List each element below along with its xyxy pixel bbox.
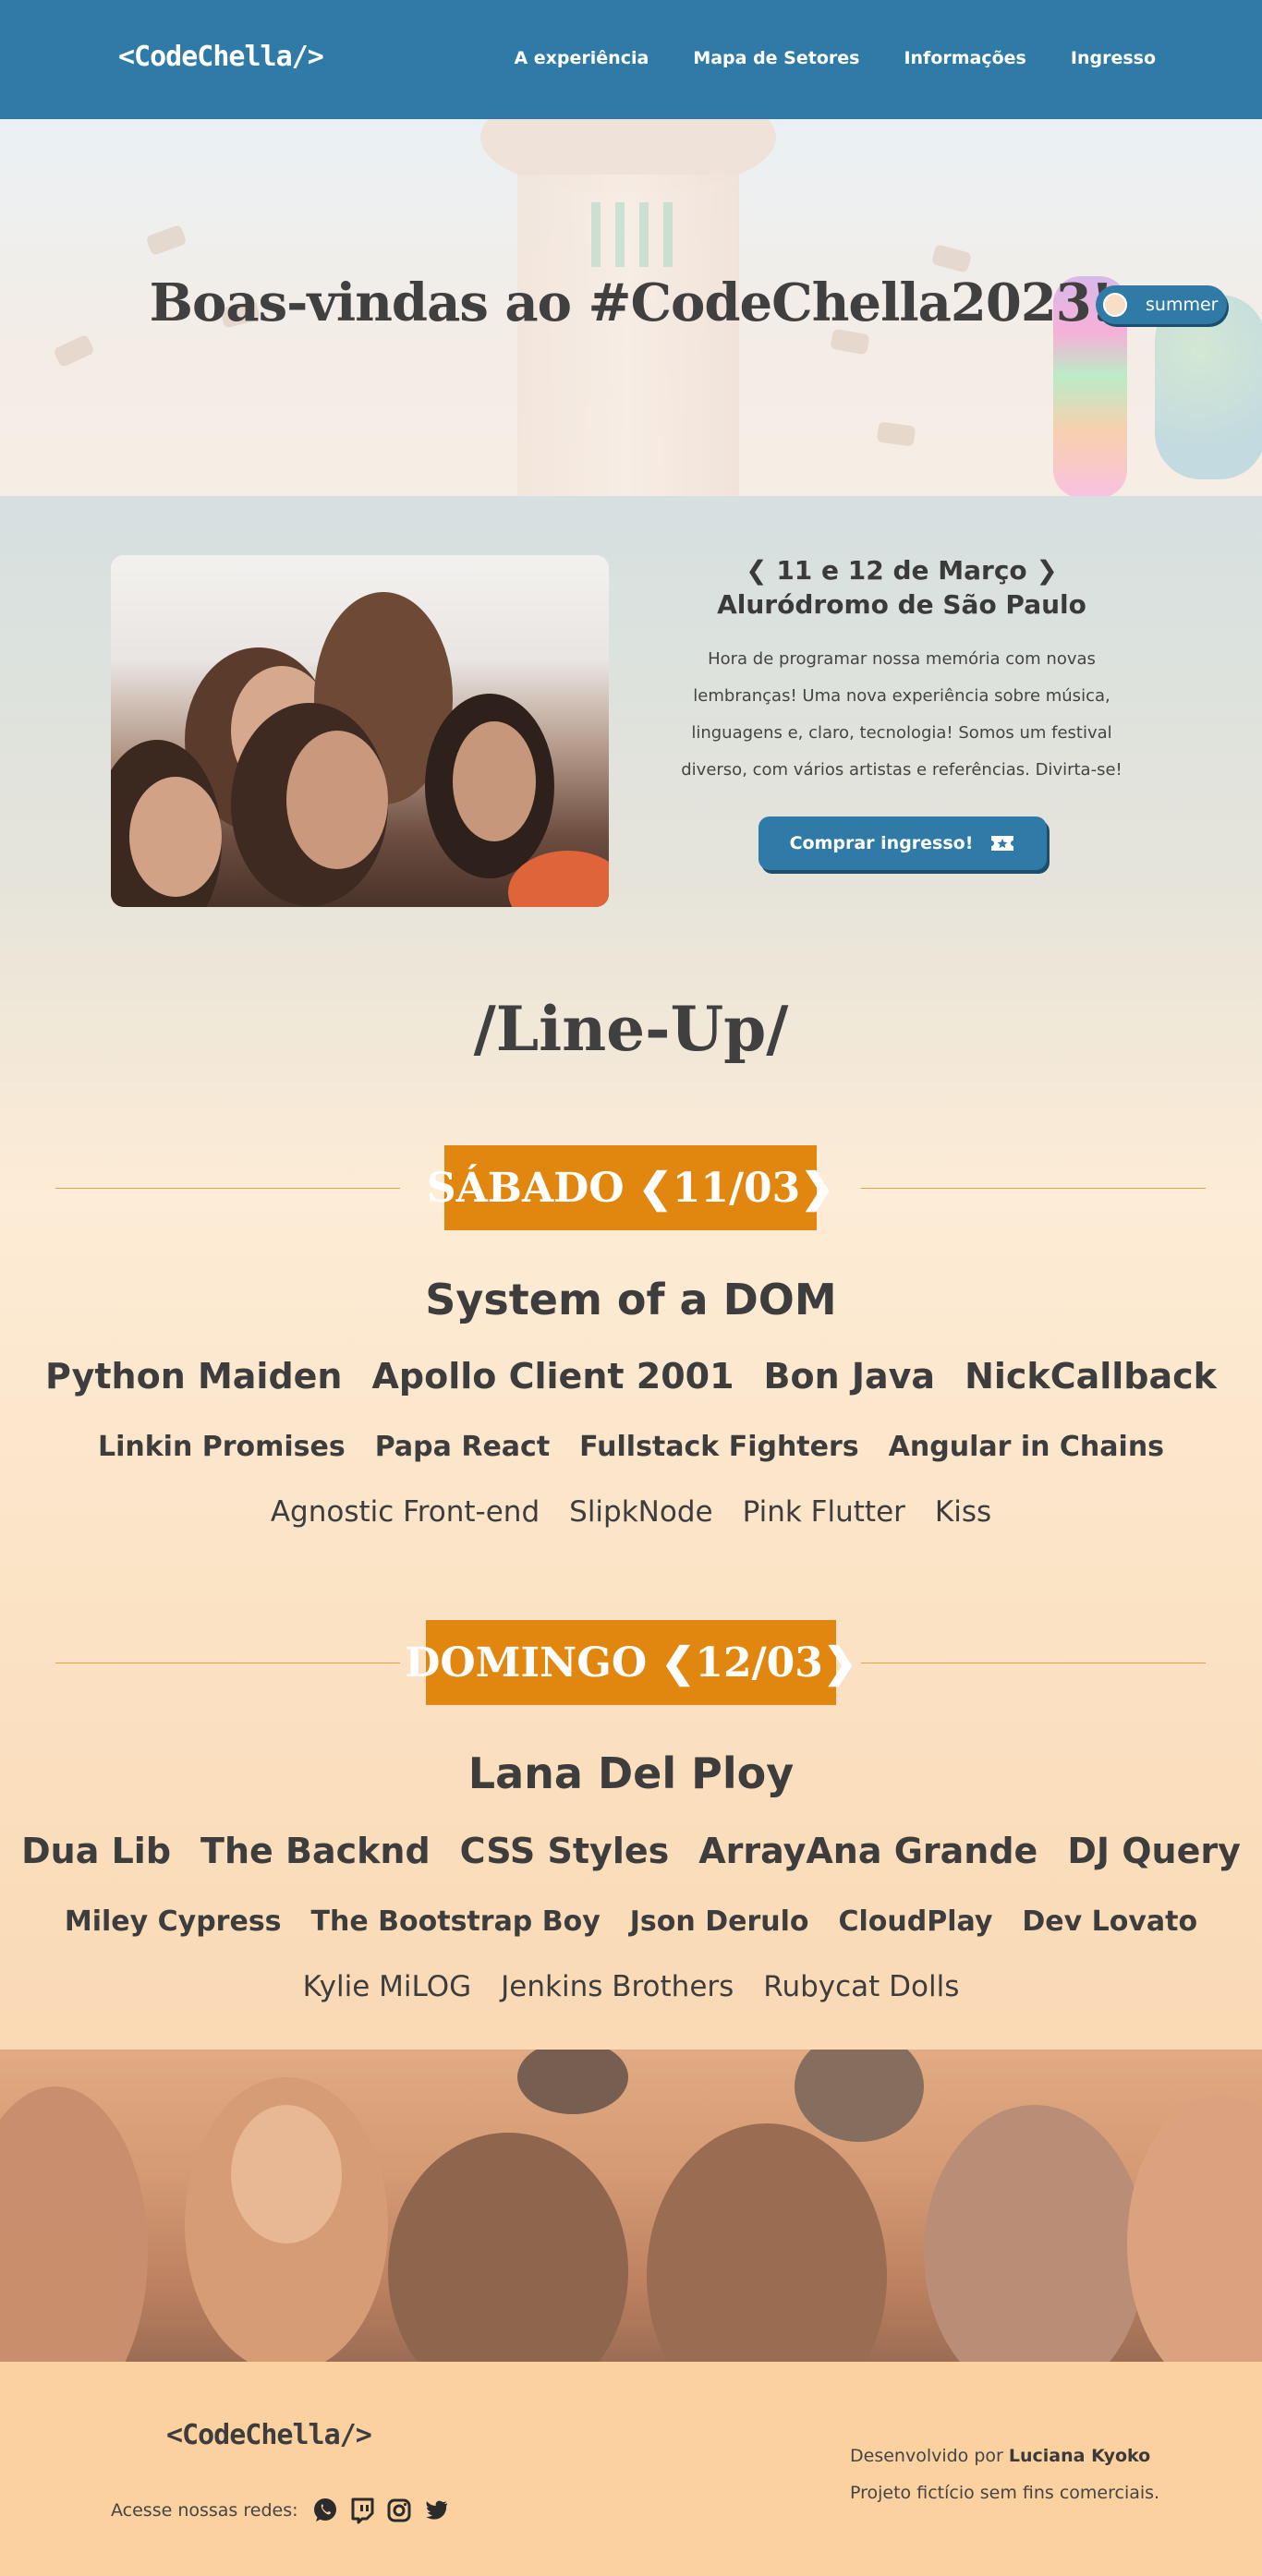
artist-name: NickCallback	[965, 1356, 1217, 1397]
developer-credit: Desenvolvido por Luciana Kyoko	[850, 2437, 1159, 2474]
artist-name: Rubycat Dolls	[763, 1970, 960, 2003]
twitch-icon[interactable]	[348, 2497, 376, 2524]
lineup-tier1-sunday: Dua Lib The Backnd CSS Styles ArrayAna G…	[0, 1831, 1262, 1871]
buy-ticket-label: Comprar ingresso!	[789, 833, 974, 853]
footer-credits: Desenvolvido por Luciana Kyoko Projeto f…	[850, 2437, 1159, 2511]
hero-banner: Boas-vindas ao #CodeChella2023! summer	[0, 119, 1262, 496]
lineup-tier2-saturday: Linkin Promises Papa React Fullstack Fig…	[0, 1431, 1262, 1463]
artist-name: The Bootstrap Boy	[310, 1905, 601, 1938]
headliner-saturday: System of a DOM	[425, 1275, 837, 1324]
social-links: Acesse nossas redes:	[111, 2497, 450, 2524]
artist-name: Json Derulo	[629, 1905, 809, 1938]
lineup-tier2-sunday: Miley Cypress The Bootstrap Boy Json Der…	[0, 1905, 1262, 1938]
day-badge-saturday: SÁBADO ❮11/03❯	[427, 1145, 834, 1230]
artist-name: Python Maiden	[45, 1356, 343, 1397]
nav-link-mapa-setores[interactable]: Mapa de Setores	[693, 48, 859, 68]
photo-detail	[129, 777, 222, 897]
divider-line	[861, 1188, 1206, 1189]
footer-logo[interactable]: <CodeChella/>	[166, 2419, 372, 2451]
artist-name: Jenkins Brothers	[501, 1970, 734, 2003]
footer-disclaimer: Projeto fictício sem fins comerciais.	[850, 2483, 1160, 2503]
theme-toggle-knob	[1103, 293, 1127, 317]
site-header: <CodeChella/> A experiência Mapa de Seto…	[0, 0, 1262, 119]
artist-name: Papa React	[374, 1431, 551, 1463]
lineup-tier1-saturday: Python Maiden Apollo Client 2001 Bon Jav…	[0, 1356, 1262, 1397]
artist-name: Linkin Promises	[97, 1431, 346, 1463]
artist-name: CloudPlay	[838, 1905, 993, 1938]
artist-name: CSS Styles	[459, 1831, 670, 1871]
artist-name: Pink Flutter	[742, 1495, 905, 1529]
crowd-overlay	[0, 2050, 1262, 2362]
theme-toggle[interactable]: summer	[1096, 285, 1227, 324]
festival-crowd-photo	[111, 555, 609, 907]
nav-link-ingresso[interactable]: Ingresso	[1071, 48, 1156, 68]
hero-title: Boas-vindas ao #CodeChella2023!	[149, 272, 1114, 333]
social-label: Acesse nossas redes:	[111, 2500, 298, 2521]
artist-name: Agnostic Front-end	[270, 1495, 540, 1529]
lineup-title: /Line-Up/	[473, 993, 789, 1065]
site-logo[interactable]: <CodeChella/>	[118, 41, 324, 73]
artist-name: The Backnd	[200, 1831, 431, 1871]
artist-name: Apollo Client 2001	[371, 1356, 734, 1397]
instagram-icon[interactable]	[385, 2497, 413, 2524]
day-badge-sunday: DOMINGO ❮12/03❯	[405, 1620, 857, 1705]
developer-name: Luciana Kyoko	[1008, 2446, 1151, 2466]
artist-name: Kylie MiLOG	[302, 1970, 472, 2003]
ticket-icon	[991, 836, 1014, 851]
event-description: Hora de programar nossa memória com nova…	[681, 649, 1122, 780]
day-header-saturday: SÁBADO ❮11/03❯	[0, 1145, 1262, 1230]
headliner-sunday: Lana Del Ploy	[467, 1748, 795, 1798]
artist-name: Kiss	[934, 1495, 992, 1529]
twitter-icon[interactable]	[422, 2497, 450, 2524]
artist-name: Dev Lovato	[1022, 1905, 1198, 1938]
buy-ticket-button[interactable]: Comprar ingresso!	[758, 816, 1047, 870]
lineup-tier3-sunday: Kylie MiLOG Jenkins Brothers Rubycat Dol…	[0, 1970, 1262, 2003]
artist-name: Dua Lib	[21, 1831, 172, 1871]
main-nav: A experiência Mapa de Setores Informaçõe…	[514, 48, 1156, 68]
event-date: ❮ 11 e 12 de Março ❯	[746, 555, 1058, 586]
event-venue: Aluródromo de São Paulo	[717, 589, 1086, 620]
nav-link-informacoes[interactable]: Informações	[904, 48, 1025, 68]
theme-toggle-label: summer	[1146, 295, 1219, 315]
artist-name: DJ Query	[1067, 1831, 1241, 1871]
site-footer: <CodeChella/> Acesse nossas redes: Desen…	[0, 2362, 1262, 2576]
developer-prefix: Desenvolvido por	[850, 2446, 1003, 2466]
photo-detail	[453, 721, 536, 841]
whatsapp-icon[interactable]	[311, 2497, 339, 2524]
artist-name: SlipkNode	[569, 1495, 713, 1529]
event-info: ❮ 11 e 12 de Março ❯ Aluródromo de São P…	[665, 554, 1138, 789]
nav-link-experiencia[interactable]: A experiência	[514, 48, 649, 68]
artist-name: Fullstack Fighters	[579, 1431, 859, 1463]
artist-name: Angular in Chains	[888, 1431, 1165, 1463]
day-header-sunday: DOMINGO ❮12/03❯	[0, 1620, 1262, 1705]
artist-name: Miley Cypress	[64, 1905, 282, 1938]
divider-line	[55, 1188, 400, 1189]
artist-name: ArrayAna Grande	[698, 1831, 1038, 1871]
artist-name: Bon Java	[763, 1356, 936, 1397]
photo-detail	[286, 731, 388, 869]
lineup-tier3-saturday: Agnostic Front-end SlipkNode Pink Flutte…	[0, 1495, 1262, 1529]
crowd-banner-photo	[0, 2050, 1262, 2362]
